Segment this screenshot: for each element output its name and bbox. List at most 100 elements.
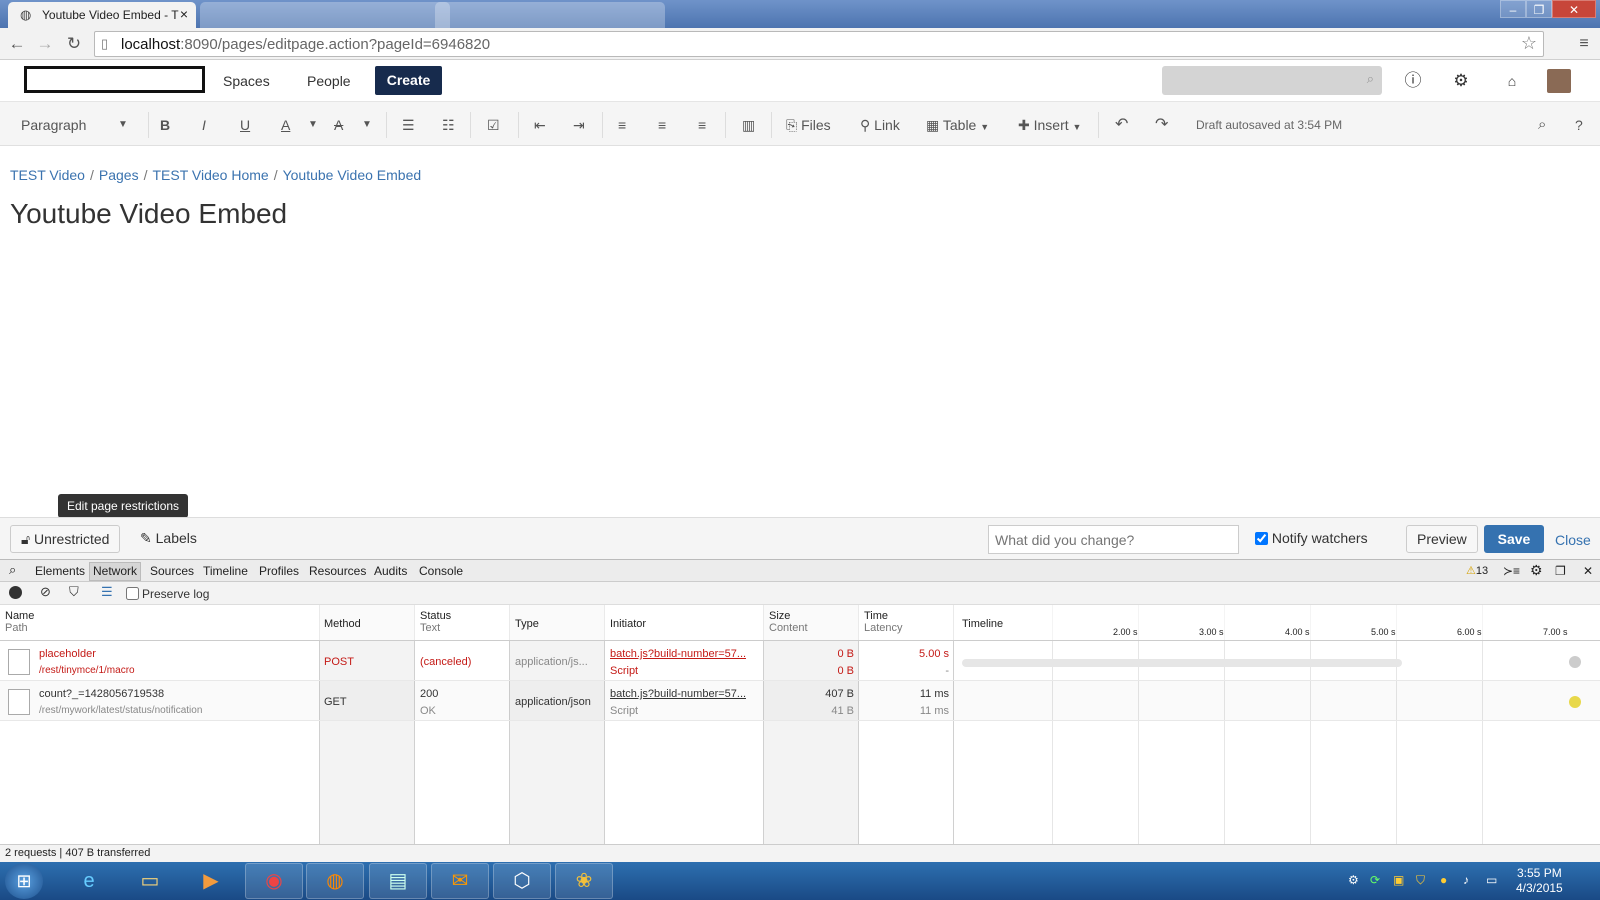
outlook-icon[interactable]: ✉	[431, 863, 489, 899]
tab-sources[interactable]: Sources	[150, 564, 194, 578]
align-center-icon[interactable]: ≡	[658, 114, 666, 136]
chevron-down-icon[interactable]: ▼	[362, 114, 372, 136]
numbered-list-icon[interactable]: ☷	[442, 114, 455, 136]
insert-button[interactable]: ✚ Insert ▼	[1018, 114, 1081, 136]
undo-icon[interactable]: ↶	[1115, 114, 1128, 136]
files-button[interactable]: ⎘ Files	[786, 114, 831, 136]
inspect-search-icon[interactable]: ⌕	[9, 562, 16, 578]
italic-button[interactable]: I	[202, 114, 206, 136]
tab-audits[interactable]: Audits	[374, 564, 407, 578]
volume-icon[interactable]: ♪	[1463, 873, 1469, 887]
firefox-icon[interactable]: ◍	[306, 863, 364, 899]
app-icon[interactable]: ❀	[555, 863, 613, 899]
table-row[interactable]: count?_=1428056719538 /rest/mywork/lates…	[0, 681, 1600, 721]
indent-icon[interactable]: ⇥	[573, 114, 585, 136]
app-icon[interactable]: ⬡	[493, 863, 551, 899]
align-left-icon[interactable]: ≡	[618, 114, 626, 136]
breadcrumb-item[interactable]: TEST Video Home	[152, 167, 268, 183]
tab-timeline[interactable]: Timeline	[203, 564, 248, 578]
clear-icon[interactable]: ⊘	[40, 584, 51, 600]
logo[interactable]	[24, 66, 205, 93]
preview-button[interactable]: Preview	[1406, 525, 1478, 553]
breadcrumb-item[interactable]: Youtube Video Embed	[283, 167, 422, 183]
col-type[interactable]: Type	[515, 618, 539, 630]
text-color-button[interactable]: A	[281, 114, 290, 136]
bold-button[interactable]: B	[160, 114, 170, 136]
browser-tab-inactive[interactable]	[200, 2, 450, 28]
network-icon[interactable]: ▭	[1486, 873, 1497, 887]
notify-checkbox[interactable]	[1255, 532, 1268, 545]
breadcrumb-item[interactable]: TEST Video	[10, 167, 85, 183]
window-close-icon[interactable]: ✕	[1552, 0, 1596, 18]
tab-resources[interactable]: Resources	[309, 564, 366, 578]
gear-icon[interactable]: ⚙	[1530, 562, 1543, 579]
tab-profiles[interactable]: Profiles	[259, 564, 299, 578]
gear-icon[interactable]: ⚙	[1451, 71, 1471, 91]
help-icon[interactable]: ⓘ	[1403, 71, 1423, 91]
tray-icon[interactable]: ⚙	[1348, 873, 1359, 887]
task-list-icon[interactable]: ☑	[487, 114, 500, 136]
col-timeline[interactable]: Timeline	[962, 618, 1003, 630]
link-button[interactable]: ⚲ Link	[860, 114, 900, 136]
table-row[interactable]: placeholder /rest/tinymce/1/macro POST (…	[0, 641, 1600, 681]
layout-icon[interactable]: ▥	[742, 114, 755, 136]
close-button[interactable]: Close	[1555, 532, 1591, 548]
nav-people[interactable]: People	[307, 73, 351, 89]
paragraph-select[interactable]: Paragraph	[21, 114, 86, 136]
avatar[interactable]	[1547, 69, 1571, 93]
notification-icon[interactable]: ⌂	[1502, 71, 1522, 91]
list-view-icon[interactable]: ☰	[101, 584, 113, 600]
filter-icon[interactable]: ⛉	[69, 584, 79, 600]
chevron-down-icon[interactable]: ▼	[118, 114, 128, 136]
labels-button[interactable]: ✎ Labels	[140, 525, 197, 551]
save-button[interactable]: Save	[1484, 525, 1544, 553]
shield-icon[interactable]: ⛉	[1416, 873, 1425, 888]
folder-icon[interactable]: ▭	[121, 863, 179, 899]
restrictions-button[interactable]: 🔓︎ Unrestricted	[10, 525, 121, 553]
minimize-icon[interactable]: –	[1500, 0, 1526, 18]
url-bar[interactable]: ▯ localhost:8090/pages/editpage.action?p…	[94, 31, 1544, 57]
close-devtools-icon[interactable]: ✕	[1583, 564, 1593, 578]
align-right-icon[interactable]: ≡	[698, 114, 706, 136]
browser-tab-inactive[interactable]	[435, 2, 665, 28]
tab-console[interactable]: Console	[419, 564, 463, 578]
browser-tab-active[interactable]: ◍ Youtube Video Embed - T ×	[8, 2, 196, 28]
request-initiator[interactable]: batch.js?build-number=57...	[610, 648, 746, 660]
chrome-icon[interactable]: ◉	[245, 863, 303, 899]
preserve-log-checkbox[interactable]	[126, 587, 139, 600]
outdent-icon[interactable]: ⇤	[534, 114, 546, 136]
tray-icon[interactable]: ●	[1440, 873, 1447, 887]
chevron-down-icon[interactable]: ▼	[308, 114, 318, 136]
page-title[interactable]: Youtube Video Embed	[10, 198, 287, 230]
start-button[interactable]: ⊞	[5, 863, 43, 899]
console-drawer-icon[interactable]: ≻≡	[1503, 564, 1520, 578]
maximize-icon[interactable]: ❐	[1526, 0, 1552, 18]
tab-network[interactable]: Network	[89, 562, 142, 581]
search-input[interactable]: ⌕	[1162, 66, 1382, 95]
find-icon[interactable]: ⌕	[1538, 114, 1546, 136]
clock[interactable]: 3:55 PM 4/3/2015	[1516, 866, 1563, 896]
help-button[interactable]: ?	[1575, 114, 1583, 136]
record-icon[interactable]	[9, 586, 22, 599]
format-button[interactable]: A	[334, 114, 343, 136]
warning-count[interactable]: ⚠13	[1466, 564, 1488, 577]
app-icon[interactable]: ▤	[369, 863, 427, 899]
underline-button[interactable]: U	[240, 114, 250, 136]
request-initiator[interactable]: batch.js?build-number=57...	[610, 688, 746, 700]
change-comment-input[interactable]	[988, 525, 1239, 554]
media-player-icon[interactable]: ▶	[182, 863, 240, 899]
menu-icon[interactable]: ≡	[1574, 34, 1594, 54]
star-icon[interactable]: ☆	[1521, 33, 1537, 54]
breadcrumb-item[interactable]: Pages	[99, 167, 139, 183]
tab-elements[interactable]: Elements	[35, 564, 85, 578]
col-initiator[interactable]: Initiator	[610, 618, 646, 630]
forward-icon[interactable]: →	[35, 34, 55, 54]
ie-icon[interactable]: e	[60, 863, 118, 899]
tray-icon[interactable]: ▣	[1393, 873, 1404, 887]
back-icon[interactable]: ←	[7, 34, 27, 54]
col-method[interactable]: Method	[324, 618, 361, 630]
dock-icon[interactable]: ❐	[1555, 564, 1566, 578]
tray-icon[interactable]: ⟳	[1370, 873, 1380, 887]
table-button[interactable]: ▦ Table ▼	[926, 114, 989, 136]
redo-icon[interactable]: ↷	[1155, 114, 1168, 136]
